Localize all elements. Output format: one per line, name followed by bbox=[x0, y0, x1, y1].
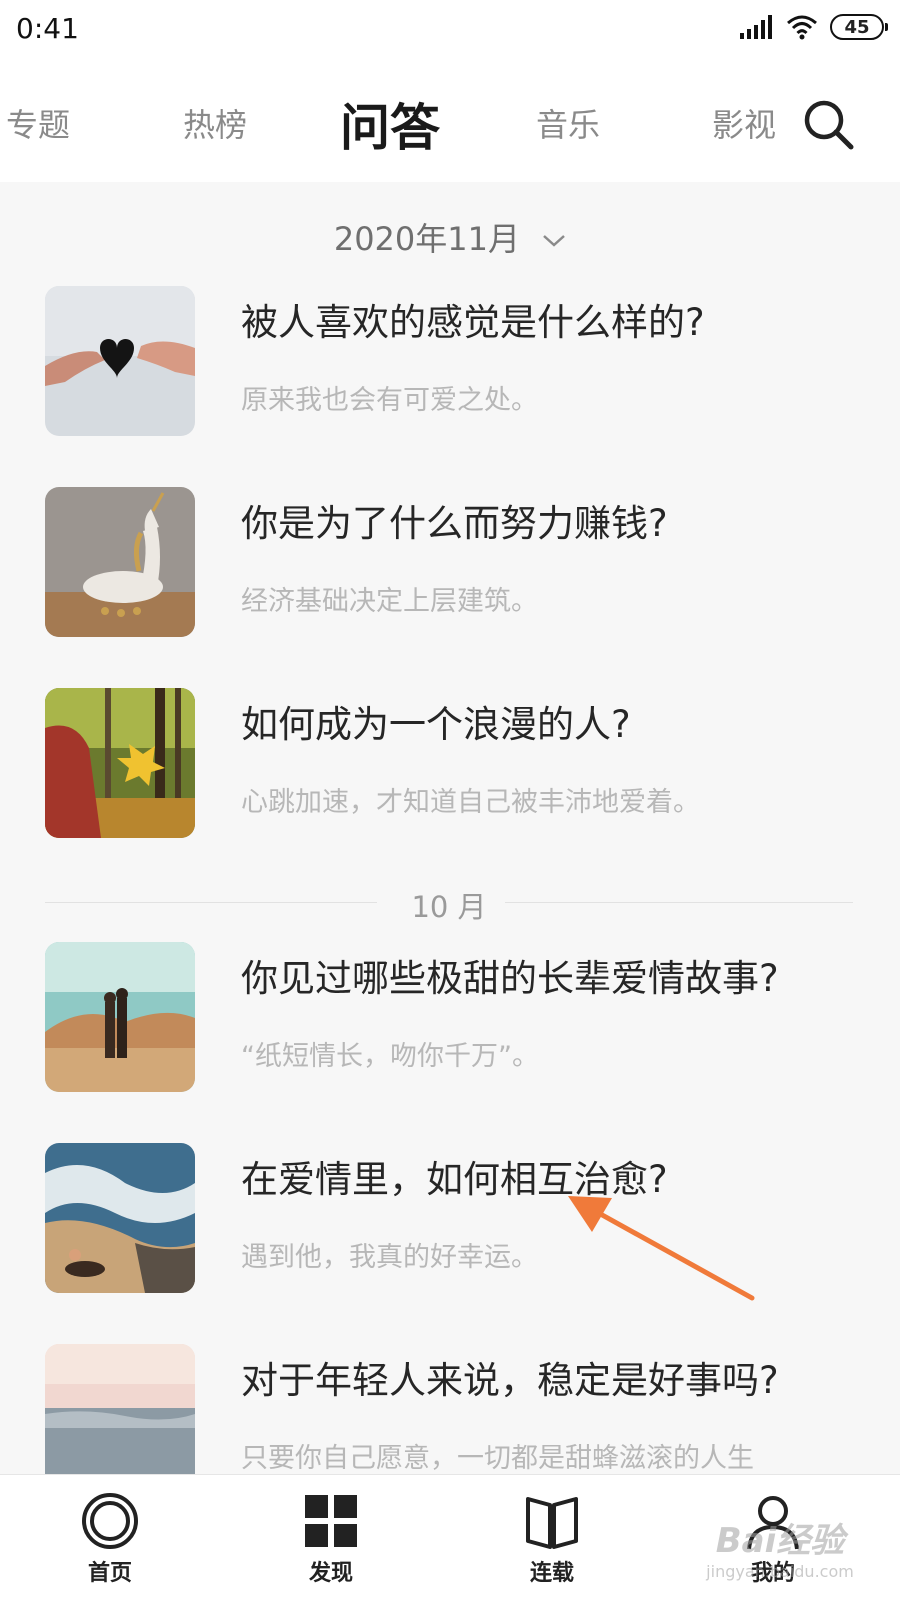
item-thumbnail bbox=[45, 688, 195, 838]
item-thumbnail bbox=[45, 1344, 195, 1474]
tab-hot-list[interactable]: 热榜 bbox=[183, 100, 247, 146]
wifi-icon bbox=[787, 15, 817, 40]
watermark-subtext: jingyan.baidu.com bbox=[706, 1562, 854, 1581]
tab-music[interactable]: 音乐 bbox=[536, 100, 600, 146]
nav-serial-label: 连载 bbox=[529, 1561, 574, 1586]
nav-home[interactable]: 首页 bbox=[50, 1491, 170, 1587]
home-circle-icon bbox=[82, 1493, 138, 1549]
grid-icon bbox=[305, 1495, 357, 1547]
watermark-text: Bai经验 bbox=[715, 1521, 845, 1561]
status-bar: 0:41 45 bbox=[0, 0, 900, 62]
month-selector[interactable]: 2020年11月 bbox=[0, 214, 900, 260]
list-item[interactable]: 被人喜欢的感觉是什么样的? 原来我也会有可爱之处。 bbox=[45, 286, 865, 436]
item-subtitle: 经济基础决定上层建筑。 bbox=[241, 586, 538, 617]
nav-serial[interactable]: 连载 bbox=[492, 1491, 612, 1587]
item-subtitle: 心跳加速，才知道自己被丰沛地爱着。 bbox=[241, 787, 700, 818]
item-thumbnail bbox=[45, 487, 195, 637]
month-divider: 10 月 bbox=[45, 882, 853, 924]
search-icon[interactable] bbox=[802, 98, 856, 152]
item-subtitle: 只要你自己愿意，一切都是甜蜂滋滚的人生 bbox=[241, 1443, 754, 1474]
item-thumbnail bbox=[45, 942, 195, 1092]
nav-discover[interactable]: 发现 bbox=[271, 1491, 391, 1587]
divider-label: 10 月 bbox=[411, 890, 487, 924]
item-subtitle: “纸短情长，吻你千万”。 bbox=[241, 1041, 539, 1072]
chevron-down-icon bbox=[543, 235, 566, 247]
watermark: Bai经验 jingyan.baidu.com bbox=[680, 1513, 880, 1581]
status-icons: 45 bbox=[740, 14, 888, 40]
item-thumbnail bbox=[45, 286, 195, 436]
battery-level: 45 bbox=[844, 16, 870, 38]
item-title: 你见过哪些极甜的长辈爱情故事? bbox=[241, 957, 779, 1000]
qa-list: 2020年11月 被人喜欢的感觉是什么样的? 原来我也会有可爱之处。 你是为了什… bbox=[0, 182, 900, 1474]
list-item[interactable]: 对于年轻人来说，稳定是好事吗? 只要你自己愿意，一切都是甜蜂滋滚的人生 bbox=[45, 1344, 865, 1474]
item-title: 被人喜欢的感觉是什么样的? bbox=[241, 301, 705, 344]
item-subtitle: 遇到他，我真的好幸运。 bbox=[241, 1242, 538, 1273]
list-item[interactable]: 你是为了什么而努力赚钱? 经济基础决定上层建筑。 bbox=[45, 487, 865, 637]
top-tab-bar: 专题 热榜 问答 音乐 影视 bbox=[0, 62, 900, 182]
list-item[interactable]: 如何成为一个浪漫的人? 心跳加速，才知道自己被丰沛地爱着。 bbox=[45, 688, 865, 838]
book-icon bbox=[526, 1497, 578, 1549]
list-item[interactable]: 你见过哪些极甜的长辈爱情故事? “纸短情长，吻你千万”。 bbox=[45, 942, 865, 1092]
item-title: 对于年轻人来说，稳定是好事吗? bbox=[241, 1359, 779, 1402]
annotation-arrow bbox=[568, 1196, 755, 1301]
tab-movies[interactable]: 影视 bbox=[712, 100, 776, 146]
signal-icon bbox=[740, 15, 772, 39]
bottom-nav: 首页 发现 连载 我的 Bai经验 jingyan.baidu.com bbox=[0, 1474, 900, 1600]
nav-home-label: 首页 bbox=[87, 1561, 132, 1586]
item-thumbnail bbox=[45, 1143, 195, 1293]
battery-icon: 45 bbox=[830, 14, 888, 40]
item-title: 如何成为一个浪漫的人? bbox=[241, 703, 631, 746]
tab-topics[interactable]: 专题 bbox=[6, 100, 70, 146]
status-time: 0:41 bbox=[16, 12, 79, 45]
tab-qa[interactable]: 问答 bbox=[340, 88, 440, 160]
item-title: 你是为了什么而努力赚钱? bbox=[241, 502, 668, 545]
nav-discover-label: 发现 bbox=[308, 1561, 353, 1586]
item-subtitle: 原来我也会有可爱之处。 bbox=[241, 385, 538, 416]
month-selector-label: 2020年11月 bbox=[333, 220, 520, 258]
